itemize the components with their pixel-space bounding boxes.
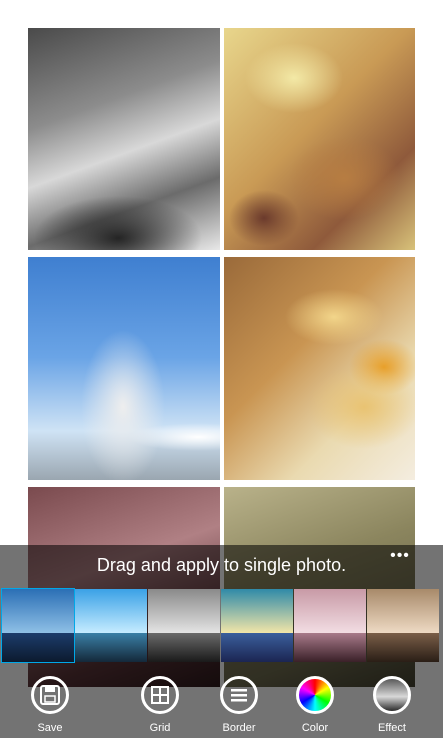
- save-label: Save: [37, 722, 63, 734]
- more-options-button[interactable]: •••: [385, 548, 415, 564]
- filter-thumb-2[interactable]: [75, 589, 147, 662]
- save-icon: [31, 676, 69, 714]
- bottom-toolbar: Save Grid Border Color Effect: [0, 670, 443, 738]
- filter-thumb-5[interactable]: [294, 589, 366, 662]
- color-wheel-icon: [296, 676, 334, 714]
- collage-photo-food[interactable]: [224, 28, 415, 250]
- filter-thumb-4[interactable]: [221, 589, 293, 662]
- filter-thumb-1[interactable]: [1, 588, 75, 663]
- grid-icon: [141, 676, 179, 714]
- collage-photo-bicycle[interactable]: [28, 28, 220, 250]
- filter-thumb-3[interactable]: [148, 589, 220, 662]
- effect-label: Effect: [378, 722, 406, 734]
- grid-label: Grid: [149, 722, 171, 734]
- save-button[interactable]: Save: [17, 670, 87, 738]
- color-button[interactable]: Color: [282, 670, 352, 738]
- filter-hint: Drag and apply to single photo.: [96, 555, 347, 575]
- border-label: Border: [222, 722, 256, 734]
- color-label: Color: [301, 722, 329, 734]
- collage-photo-windmill[interactable]: [28, 257, 220, 480]
- effect-button[interactable]: Effect: [359, 670, 429, 738]
- border-button[interactable]: Border: [206, 670, 276, 738]
- effect-icon: [373, 676, 411, 714]
- border-icon: [220, 676, 258, 714]
- filter-thumb-6[interactable]: [367, 589, 439, 662]
- filter-strip: [0, 588, 443, 664]
- grid-button[interactable]: Grid: [127, 670, 197, 738]
- collage-photo-sandwich[interactable]: [224, 257, 415, 480]
